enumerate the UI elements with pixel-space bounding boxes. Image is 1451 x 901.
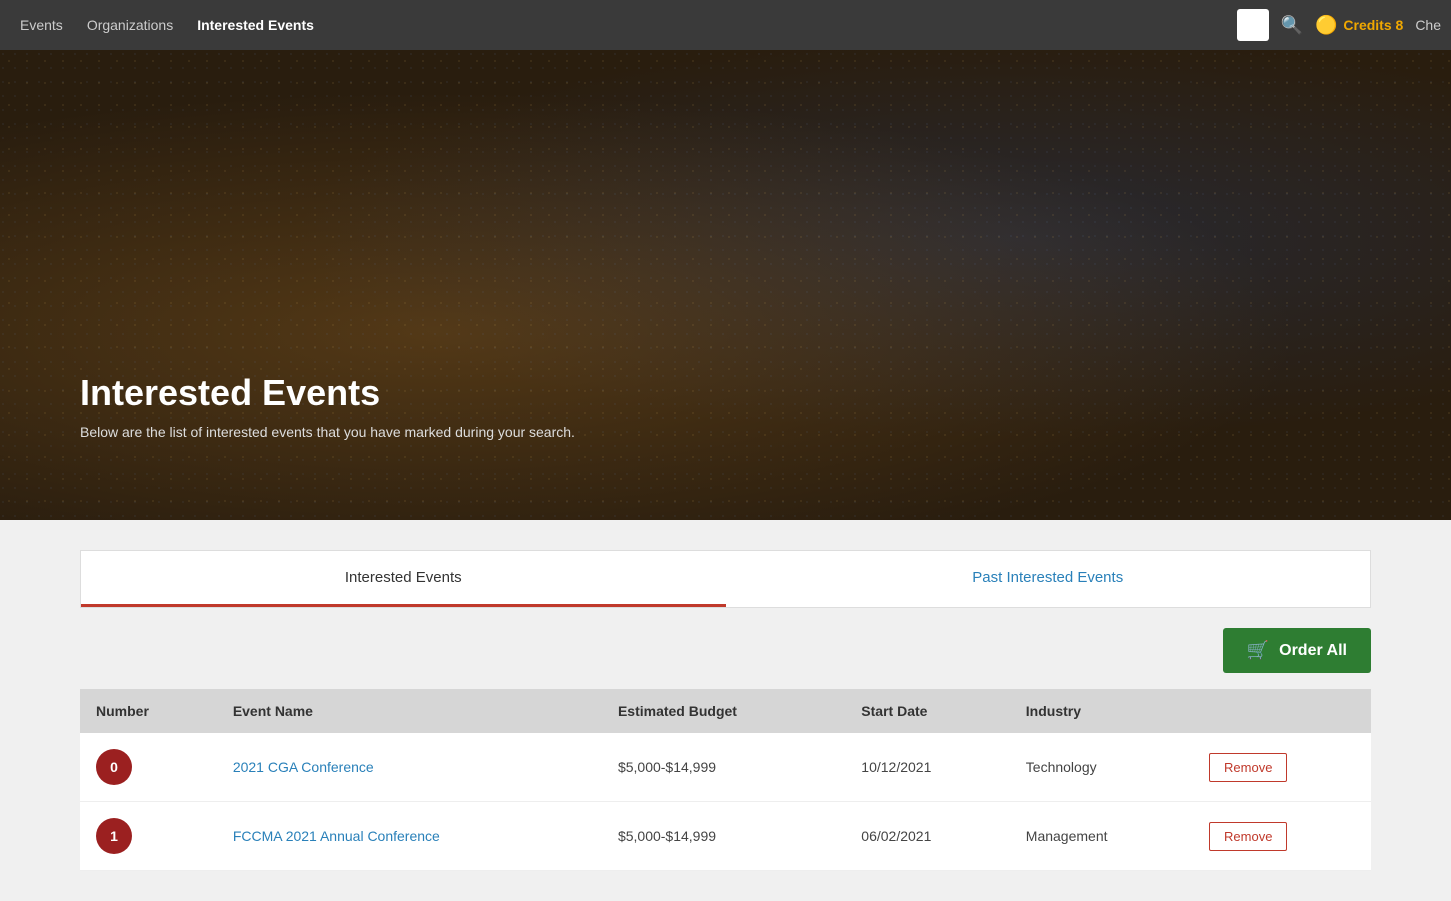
col-start-date: Start Date	[845, 689, 1009, 733]
cell-number: 0	[80, 733, 217, 802]
cell-remove: Remove	[1193, 802, 1371, 871]
cell-industry: Management	[1010, 802, 1193, 871]
hero-subtitle: Below are the list of interested events …	[80, 424, 1451, 440]
search-box[interactable]	[1237, 9, 1269, 41]
col-industry: Industry	[1010, 689, 1193, 733]
tabs-container: Interested Events Past Interested Events	[80, 550, 1371, 608]
cell-budget: $5,000-$14,999	[602, 733, 845, 802]
col-number: Number	[80, 689, 217, 733]
cell-budget: $5,000-$14,999	[602, 802, 845, 871]
navbar: Events Organizations Interested Events 🔍…	[0, 0, 1451, 50]
row-number-badge: 1	[96, 818, 132, 854]
nav-link-events[interactable]: Events	[20, 17, 63, 33]
cell-number: 1	[80, 802, 217, 871]
cell-remove: Remove	[1193, 733, 1371, 802]
nav-right: 🔍 🟡 Credits 8 Che	[1237, 0, 1451, 50]
credits-display: 🟡 Credits 8	[1315, 15, 1403, 36]
search-icon[interactable]: 🔍	[1281, 15, 1303, 36]
events-table: Number Event Name Estimated Budget Start…	[80, 689, 1371, 871]
remove-button[interactable]: Remove	[1209, 822, 1287, 851]
nav-link-organizations[interactable]: Organizations	[87, 17, 173, 33]
order-all-label: Order All	[1279, 642, 1347, 660]
row-number-badge: 0	[96, 749, 132, 785]
remove-button[interactable]: Remove	[1209, 753, 1287, 782]
table-row: 0 2021 CGA Conference $5,000-$14,999 10/…	[80, 733, 1371, 802]
cell-start-date: 06/02/2021	[845, 802, 1009, 871]
col-event-name: Event Name	[217, 689, 602, 733]
hero-title: Interested Events	[80, 372, 1451, 414]
credits-icon: 🟡	[1315, 15, 1337, 36]
cell-event-name: FCCMA 2021 Annual Conference	[217, 802, 602, 871]
tab-past-interested-events[interactable]: Past Interested Events	[726, 551, 1371, 607]
event-name-link[interactable]: 2021 CGA Conference	[233, 759, 374, 775]
user-label[interactable]: Che	[1415, 17, 1441, 33]
credits-label: Credits 8	[1343, 17, 1403, 33]
nav-links: Events Organizations Interested Events	[20, 17, 314, 33]
table-row: 1 FCCMA 2021 Annual Conference $5,000-$1…	[80, 802, 1371, 871]
cart-icon: 🛒	[1247, 640, 1269, 661]
tab-interested-events[interactable]: Interested Events	[81, 551, 726, 607]
order-all-row: 🛒 Order All	[80, 628, 1371, 673]
order-all-button[interactable]: 🛒 Order All	[1223, 628, 1371, 673]
nav-link-interested-events[interactable]: Interested Events	[197, 17, 314, 33]
cell-event-name: 2021 CGA Conference	[217, 733, 602, 802]
col-actions	[1193, 689, 1371, 733]
cell-start-date: 10/12/2021	[845, 733, 1009, 802]
hero-section: Interested Events Below are the list of …	[0, 50, 1451, 520]
main-content: Interested Events Past Interested Events…	[0, 520, 1451, 901]
cell-industry: Technology	[1010, 733, 1193, 802]
crowd-overlay	[0, 50, 1451, 520]
table-header-row: Number Event Name Estimated Budget Start…	[80, 689, 1371, 733]
event-name-link[interactable]: FCCMA 2021 Annual Conference	[233, 828, 440, 844]
col-budget: Estimated Budget	[602, 689, 845, 733]
